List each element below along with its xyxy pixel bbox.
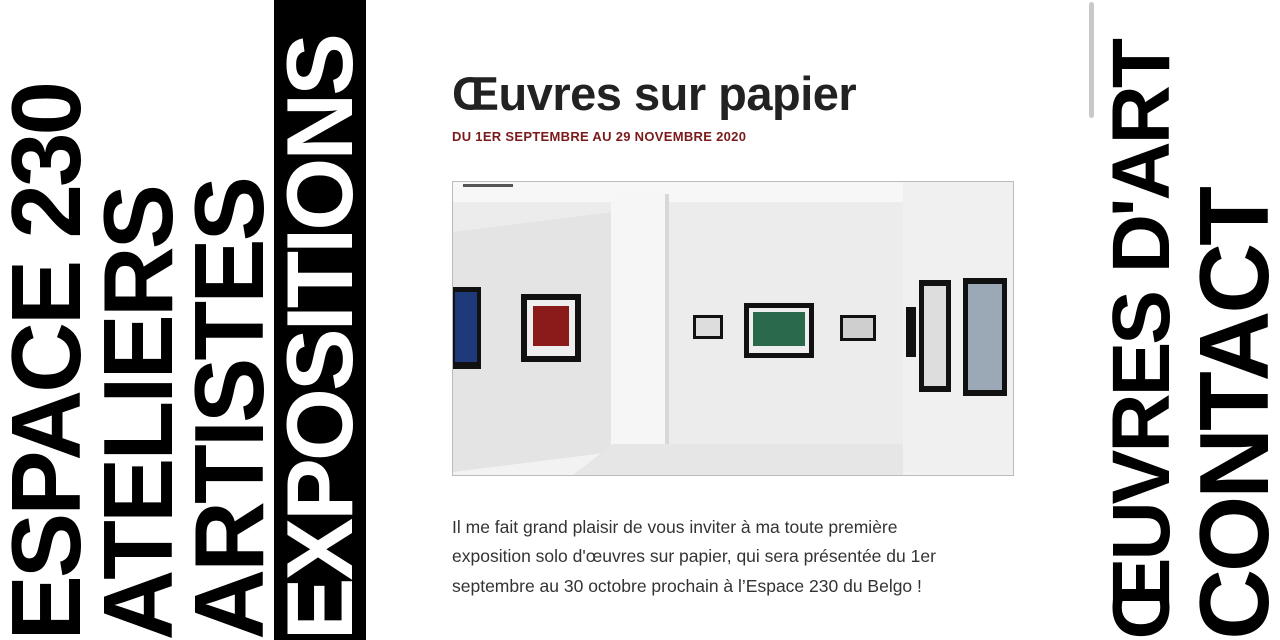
nav-item-expositions-active[interactable]: EXPOSITIONS: [274, 0, 366, 640]
nav-item-oeuvres-art[interactable]: ŒUVRES D'ART: [1096, 0, 1188, 640]
nav-label: ŒUVRES D'ART: [1096, 41, 1187, 640]
exhibition-description: Il me fait grand plaisir de vous inviter…: [452, 517, 936, 596]
nav-label: CONTACT: [1188, 189, 1280, 640]
nav-label: ESPACE 230: [0, 83, 92, 640]
nav-label: ARTISTES: [184, 179, 274, 640]
nav-item-artistes[interactable]: ARTISTES: [184, 0, 274, 640]
gallery-photo[interactable]: [452, 181, 1014, 476]
scrollbar[interactable]: [1089, 2, 1094, 118]
nav-label: EXPOSITIONS: [274, 35, 366, 640]
exhibition-title: Œuvres sur papier: [452, 67, 857, 120]
nav-item-ateliers[interactable]: ATELIERS: [92, 0, 184, 640]
exhibition-dates: DU 1ER SEPTEMBRE AU 29 NOVEMBRE 2020: [452, 129, 747, 144]
nav-item-contact[interactable]: CONTACT: [1188, 0, 1280, 640]
nav-label: ATELIERS: [92, 186, 184, 640]
nav-item-espace-230[interactable]: ESPACE 230: [0, 0, 92, 640]
